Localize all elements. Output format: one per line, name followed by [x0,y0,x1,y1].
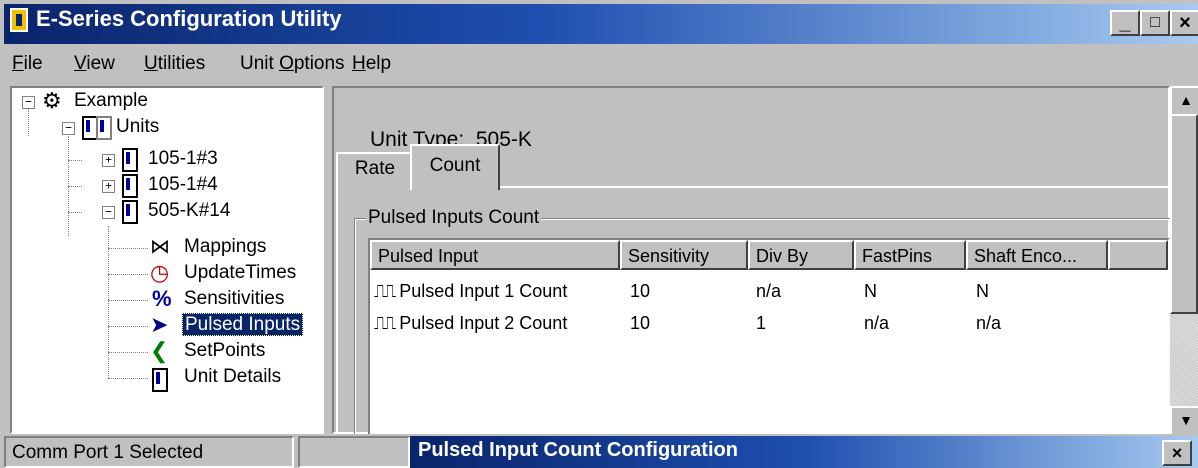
unit-icon [122,200,138,224]
tree-item-105-1-4[interactable]: 105-1#4 [148,172,218,198]
mappings-icon: ⋈ [150,236,170,258]
pulse-wave-icon: ⎍⎍ [374,313,396,334]
collapse-toggle-505-k-14[interactable]: − [102,206,115,219]
tree-item-setpoints[interactable]: SetPoints [184,338,265,364]
expand-toggle-105-1-3[interactable]: + [102,154,115,167]
dialog-close-button[interactable]: × [1162,440,1192,466]
column-header-empty [1108,240,1168,270]
cell-fastpins: n/a [864,313,890,333]
menu-bar: File View Utilities Unit Options Help [0,44,1198,84]
close-button[interactable]: × [1170,10,1198,36]
menu-view[interactable]: View [74,53,115,75]
menu-unit-options[interactable]: Unit Options [240,53,345,75]
status-panel [298,436,410,468]
pulse-wave-icon: ⎍⎍ [374,281,396,302]
app-icon[interactable] [10,8,28,32]
menu-utilities[interactable]: Utilities [144,53,205,75]
cell-shaft-encoder: n/a [976,313,1002,333]
maximize-button[interactable]: □ [1140,10,1170,36]
window-title: E-Series Configuration Utility [36,6,342,31]
expand-toggle-105-1-4[interactable]: + [102,180,115,193]
tree-item-505-k-14[interactable]: 505-K#14 [148,198,230,224]
tree-item-example[interactable]: Example [74,88,148,114]
cell-pulsed-input: Pulsed Input 1 Count [399,281,568,301]
status-text: Comm Port 1 Selected [4,436,294,468]
tree-item-units[interactable]: Units [116,114,159,140]
column-header-fastpins[interactable]: FastPins [854,240,966,270]
column-header-div-by[interactable]: Div By [748,240,854,270]
tab-rate[interactable]: Rate [336,152,414,188]
gears-icon: ⚙ [42,88,62,113]
collapse-toggle-units[interactable]: − [62,122,75,135]
column-header-sensitivity[interactable]: Sensitivity [620,240,748,270]
unit-icon [122,148,138,172]
cell-fastpins: N [864,281,877,301]
percent-icon: % [152,286,172,311]
pulsed-inputs-list[interactable]: Pulsed Input Sensitivity Div By FastPins… [368,238,1170,438]
scroll-thumb[interactable] [1170,114,1198,314]
tab-count[interactable]: Count [410,144,500,190]
cell-sensitivity: 10 [630,313,651,333]
unit-tree[interactable]: − ⚙ Example − Units + 105-1#3 + 105-1#4 … [10,86,324,434]
cell-pulsed-input: Pulsed Input 2 Count [399,313,568,333]
cell-shaft-encoder: N [976,281,989,301]
collapse-toggle-example[interactable]: − [22,96,35,109]
menu-file[interactable]: File [12,53,43,75]
tree-item-updatetimes[interactable]: UpdateTimes [184,260,296,286]
cell-div-by: 1 [756,313,767,333]
cell-sensitivity: 10 [630,281,651,301]
tree-item-105-1-3[interactable]: 105-1#3 [148,146,218,172]
unit-icon [122,174,138,198]
unit-icon [96,116,112,140]
group-label: Pulsed Inputs Count [366,207,542,229]
tree-item-sensitivities[interactable]: Sensitivities [184,286,284,312]
clock-icon: ◷ [150,260,170,285]
unit-icon [152,368,168,392]
vertical-scrollbar[interactable]: ▲ ▼ [1170,86,1198,438]
minimize-button[interactable]: _ [1110,10,1140,36]
table-row[interactable]: ⎍⎍ Pulsed Input 1 Count 10 n/a N N [370,276,1168,306]
cell-div-by: n/a [756,281,782,301]
menu-help[interactable]: Help [352,53,391,75]
dialog-title: Pulsed Input Count Configuration [418,439,738,461]
tree-item-unit-details[interactable]: Unit Details [184,364,281,390]
column-header-pulsed-input[interactable]: Pulsed Input [370,240,620,270]
table-row[interactable]: ⎍⎍ Pulsed Input 2 Count 10 1 n/a n/a [370,308,1168,338]
tree-item-mappings[interactable]: Mappings [184,234,266,260]
arrow-right-icon: ➤ [150,312,169,337]
column-header-shaft-encoder[interactable]: Shaft Enco... [966,240,1108,270]
setpoints-icon: ❮ [150,338,169,363]
tree-item-pulsed-inputs[interactable]: Pulsed Inputs [182,312,304,338]
